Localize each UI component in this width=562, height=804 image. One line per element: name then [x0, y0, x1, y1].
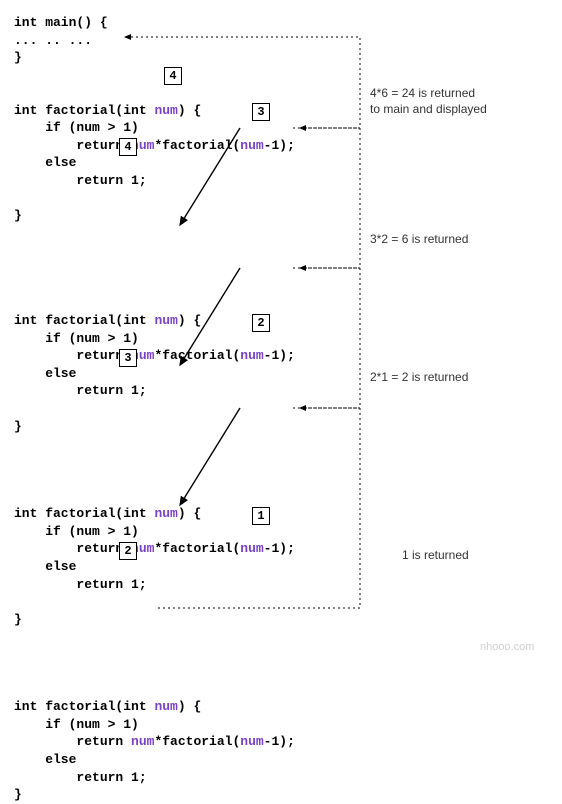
- param-num: num: [154, 313, 177, 328]
- return-annotation: 3*2 = 6 is returned: [370, 232, 468, 248]
- code-text: ) {: [178, 313, 201, 328]
- value-box: 1: [252, 507, 270, 525]
- code-text: -1);: [264, 138, 295, 153]
- code-text: return: [14, 348, 131, 363]
- main-block: int main() { ... .. ... }: [14, 14, 548, 67]
- param-num: num: [154, 506, 177, 521]
- code-text: if (num > 1): [14, 331, 139, 346]
- value-box: 4: [164, 67, 182, 85]
- watermark: nhooo.com: [480, 640, 534, 655]
- code-text: }: [14, 208, 22, 223]
- code-text: if (num > 1): [14, 524, 139, 539]
- code-text: else: [14, 752, 76, 767]
- code-text: -1);: [264, 734, 295, 749]
- param-num: num: [131, 734, 154, 749]
- code-text: *factorial(: [154, 734, 240, 749]
- value-box: 3: [119, 349, 137, 367]
- return-annotation: 2*1 = 2 is returned: [370, 370, 468, 386]
- code-text: *factorial(: [154, 348, 240, 363]
- code-text: *factorial(: [154, 541, 240, 556]
- code-text: int factorial(int: [14, 103, 154, 118]
- code-text: return 1;: [14, 383, 147, 398]
- code-text: }: [14, 612, 22, 627]
- param-num: num: [240, 541, 263, 556]
- code-text: ) {: [178, 103, 201, 118]
- code-text: }: [14, 787, 22, 802]
- factorial-block-2: int factorial(int num) { if (num > 1) re…: [14, 488, 548, 663]
- return-annotation: 1 is returned: [402, 548, 469, 564]
- param-num: num: [240, 138, 263, 153]
- value-box: 2: [252, 314, 270, 332]
- code-text: -1);: [264, 348, 295, 363]
- code-text: return: [14, 541, 131, 556]
- param-num: num: [240, 734, 263, 749]
- code-text: *factorial(: [154, 138, 240, 153]
- code-text: }: [14, 419, 22, 434]
- main-code: int main() { ... .. ... }: [14, 15, 108, 65]
- code-text: return 1;: [14, 770, 147, 785]
- code-text: if (num > 1): [14, 120, 139, 135]
- param-num: num: [154, 103, 177, 118]
- param-num: num: [240, 348, 263, 363]
- code-text: -1);: [264, 541, 295, 556]
- code-text: return: [14, 138, 131, 153]
- code-text: else: [14, 155, 76, 170]
- code-text: int factorial(int: [14, 506, 154, 521]
- code-text: return 1;: [14, 577, 147, 592]
- code-text: return: [14, 734, 131, 749]
- code-text: return 1;: [14, 173, 147, 188]
- value-box: 4: [119, 138, 137, 156]
- return-annotation: 4*6 = 24 is returned to main and display…: [370, 86, 487, 117]
- factorial-block-3: int factorial(int num) { if (num > 1) re…: [14, 681, 548, 804]
- code-text: ) {: [178, 506, 201, 521]
- code-text: ) {: [178, 699, 201, 714]
- code-text: if (num > 1): [14, 717, 139, 732]
- param-num: num: [154, 699, 177, 714]
- value-box: 3: [252, 103, 270, 121]
- code-text: else: [14, 366, 76, 381]
- value-box: 2: [119, 542, 137, 560]
- code-text: else: [14, 559, 76, 574]
- code-text: int factorial(int: [14, 313, 154, 328]
- code-text: int factorial(int: [14, 699, 154, 714]
